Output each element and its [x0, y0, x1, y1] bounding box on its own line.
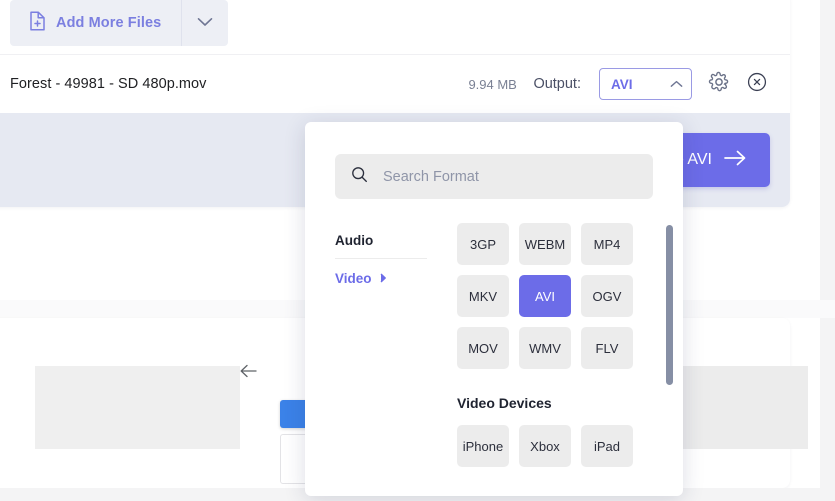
device-chip-xbox[interactable]: Xbox [519, 425, 571, 467]
add-more-files-dropdown-toggle[interactable] [182, 0, 228, 46]
file-settings-button[interactable] [708, 71, 730, 98]
format-category-audio-label: Audio [335, 233, 374, 248]
file-row-actions: Output: AVI [533, 68, 768, 100]
format-chip-ogv[interactable]: OGV [581, 275, 633, 317]
format-chip-mov[interactable]: MOV [457, 327, 509, 369]
device-chip-iphone[interactable]: iPhone [457, 425, 509, 467]
format-grid-inner: 3GP WEBM MP4 MKV AVI OGV MOV WMV FLV Vid… [457, 223, 657, 467]
format-grid-scrollbar[interactable] [666, 225, 673, 385]
file-row: Forest - 49981 - SD 480p.mov 9.94 MB Out… [0, 54, 790, 113]
format-category-audio[interactable]: Audio [335, 228, 427, 259]
arrow-left-icon[interactable] [240, 364, 257, 383]
app-root: Add More Files Forest - 49981 - SD 480p.… [0, 0, 835, 501]
chevron-right-icon [380, 272, 387, 285]
add-more-files-label: Add More Files [56, 15, 162, 31]
format-chip-webm[interactable]: WEBM [519, 223, 571, 265]
chevron-down-icon [197, 14, 213, 32]
format-dropdown-body: Audio Video 3GP WEBM MP4 MKV AVI OGV MOV… [305, 223, 683, 493]
search-icon [351, 166, 368, 188]
output-format-select[interactable]: AVI [599, 68, 692, 100]
output-format-value: AVI [611, 76, 633, 92]
add-more-files-group: Add More Files [10, 0, 229, 46]
page-gutter [820, 0, 835, 501]
format-chip-mkv[interactable]: MKV [457, 275, 509, 317]
file-name: Forest - 49981 - SD 480p.mov [10, 76, 207, 92]
add-more-files-button[interactable]: Add More Files [10, 0, 183, 46]
format-chip-mp4[interactable]: MP4 [581, 223, 633, 265]
format-chip-flv[interactable]: FLV [581, 327, 633, 369]
format-grid-scroll-area[interactable]: 3GP WEBM MP4 MKV AVI OGV MOV WMV FLV Vid… [457, 223, 675, 488]
format-chip-wmv[interactable]: WMV [519, 327, 571, 369]
toolbar: Add More Files [0, 0, 790, 54]
output-label: Output: [533, 76, 581, 92]
video-devices-grid: iPhone Xbox iPad [457, 425, 657, 467]
preview-placeholder-left [35, 366, 240, 449]
close-circle-icon [746, 71, 768, 98]
format-dropdown-panel: Audio Video 3GP WEBM MP4 [305, 122, 683, 496]
gear-icon [708, 71, 730, 98]
format-grid: 3GP WEBM MP4 MKV AVI OGV MOV WMV FLV [457, 223, 657, 369]
file-remove-button[interactable] [746, 71, 768, 98]
format-chip-3gp[interactable]: 3GP [457, 223, 509, 265]
preview-placeholder-right [680, 366, 808, 449]
format-search-input[interactable] [381, 167, 637, 186]
device-chip-ipad[interactable]: iPad [581, 425, 633, 467]
chevron-up-icon [670, 75, 683, 93]
format-category-video[interactable]: Video [335, 259, 427, 296]
format-category-list: Audio Video [335, 223, 427, 493]
file-size: 9.94 MB [468, 76, 517, 92]
video-devices-title: Video Devices [457, 395, 552, 411]
document-plus-icon [28, 10, 46, 36]
format-search-wrapper [335, 154, 653, 199]
format-chip-avi[interactable]: AVI [519, 275, 571, 317]
arrow-right-icon [724, 150, 746, 171]
format-category-video-label: Video [335, 271, 372, 286]
